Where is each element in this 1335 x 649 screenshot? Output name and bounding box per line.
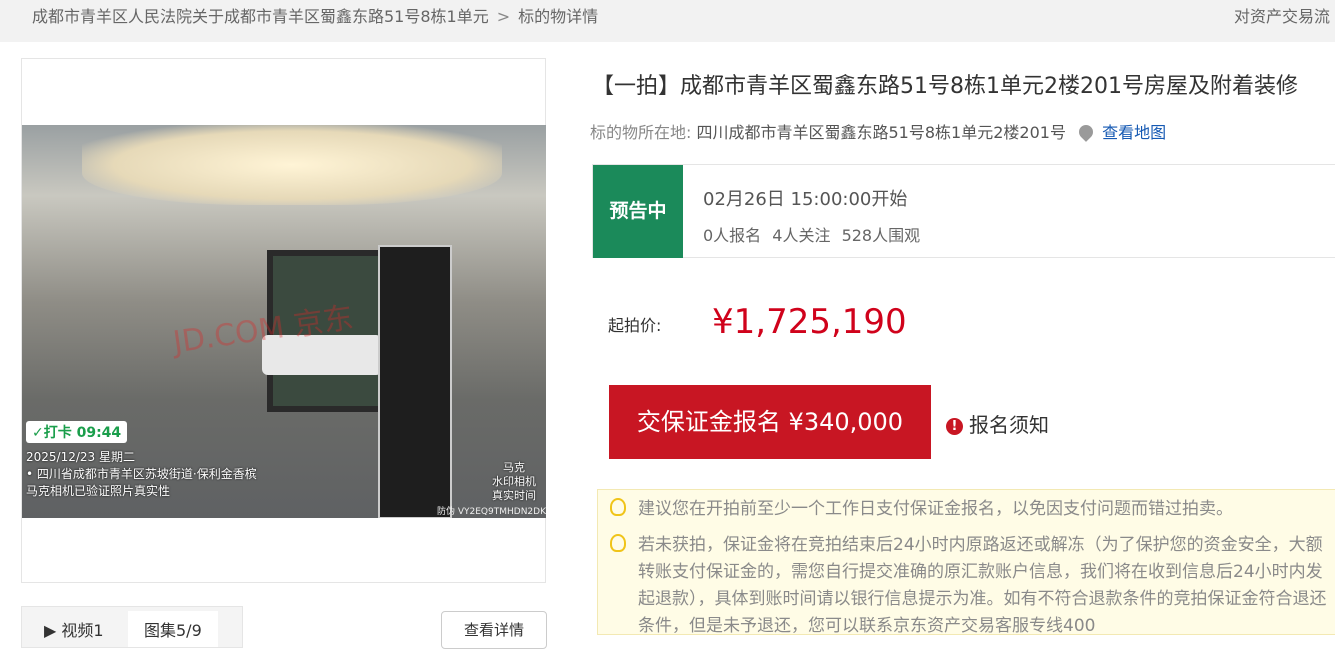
image-gallery: JD.COM 京东 ✓打卡 09:44 2025/12/23 星期二 • 四川省… — [21, 58, 546, 583]
breadcrumb-court-link[interactable]: 成都市青羊区人民法院关于成都市青羊区蜀鑫东路51号8栋1单元 — [32, 7, 489, 26]
tab-video[interactable]: ▶ 视频1 — [44, 617, 104, 641]
alert-icon: ! — [946, 418, 963, 435]
signup-notice-link[interactable]: ! 报名须知 — [946, 409, 1049, 438]
location-value: 四川成都市青羊区蜀鑫东路51号8栋1单元2楼201号 — [696, 123, 1066, 142]
photo-date: 2025/12/23 星期二 — [26, 450, 135, 464]
brand-line: 水印相机 — [492, 475, 536, 488]
breadcrumb: 成都市青羊区人民法院关于成都市青羊区蜀鑫东路51号8栋1单元 > 标的物详情 — [32, 3, 598, 27]
location-row: 标的物所在地: 四川成都市青羊区蜀鑫东路51号8栋1单元2楼201号 查看地图 — [590, 119, 1166, 143]
status-badge: 预告中 — [593, 165, 683, 258]
brand-line: 马克 — [503, 461, 525, 474]
clock-badge: ✓打卡 09:44 — [26, 421, 128, 443]
tab-images[interactable]: 图集5/9 — [128, 611, 218, 647]
pay-deposit-button[interactable]: 交保证金报名 ¥340,000 — [609, 385, 931, 459]
item-title: 【一拍】成都市青羊区蜀鑫东路51号8栋1单元2楼201号房屋及附着装修 — [592, 74, 1298, 99]
tips-panel: 建议您在开拍前至少一个工作日支付保证金报名，以免因支付问题而错过拍卖。 若未获拍… — [597, 489, 1335, 635]
starting-price-label: 起拍价: — [608, 316, 662, 335]
location-label: 标的物所在地: — [590, 123, 692, 142]
photo-air-conditioner — [378, 245, 452, 518]
breadcrumb-separator: > — [496, 7, 511, 26]
photo-stamp: 2025/12/23 星期二 • 四川省成都市青羊区苏坡街道·保利金香槟 马克相… — [26, 449, 257, 500]
breadcrumb-current: 标的物详情 — [518, 7, 599, 26]
tip-text: 若未获拍，保证金将在竞拍结束后24小时内原路返还或解冻（为了保护您的资金安全，大… — [638, 535, 1327, 635]
auction-status-panel: 预告中 02月26日 15:00:00开始 0人报名 4人关注 528人围观 — [592, 164, 1335, 258]
map-pin-icon — [1076, 122, 1096, 142]
camera-brand: 马克 水印相机 真实时间 — [492, 461, 536, 503]
asset-trading-link[interactable]: 对资产交易流 — [1234, 3, 1330, 27]
auction-stats: 0人报名 4人关注 528人围观 — [703, 222, 926, 246]
brand-line: 真实时间 — [492, 489, 536, 502]
view-count: 528人围观 — [841, 226, 921, 245]
signup-count: 0人报名 — [703, 226, 762, 245]
follow-count: 4人关注 — [772, 226, 831, 245]
starting-price-value: ¥1,725,190 — [712, 302, 907, 342]
photo-verified: 马克相机已验证照片真实性 — [26, 484, 171, 498]
view-details-button[interactable]: 查看详情 — [441, 611, 547, 649]
gallery-tabs: ▶ 视频1 图集5/9 — [21, 606, 243, 648]
start-time: 02月26日 15:00:00开始 — [703, 189, 908, 210]
property-photo[interactable]: JD.COM 京东 ✓打卡 09:44 2025/12/23 星期二 • 四川省… — [22, 125, 546, 518]
signup-notice-label: 报名须知 — [969, 413, 1049, 437]
photo-location: • 四川省成都市青羊区苏坡街道·保利金香槟 — [26, 467, 257, 481]
tip-text: 建议您在开拍前至少一个工作日支付保证金报名，以免因支付问题而错过拍卖。 — [638, 499, 1233, 519]
view-map-link[interactable]: 查看地图 — [1102, 123, 1166, 142]
lightbulb-icon — [610, 534, 626, 552]
top-bar: 成都市青羊区人民法院关于成都市青羊区蜀鑫东路51号8栋1单元 > 标的物详情 对资产… — [0, 0, 1335, 42]
anti-fake-code: 防伪 VY2EQ9TMHDN2DK — [437, 507, 546, 517]
photo-ceiling-light — [82, 125, 502, 205]
lightbulb-icon — [610, 498, 626, 516]
